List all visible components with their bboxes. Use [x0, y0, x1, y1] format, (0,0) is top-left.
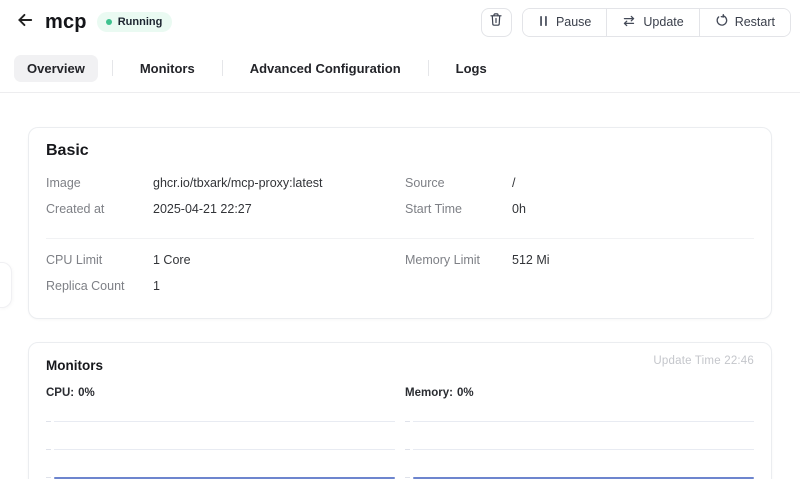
update-time-label: Update Time [653, 355, 720, 367]
cpu-chart-label: CPU: 0% [46, 387, 395, 399]
status-badge: Running [97, 12, 173, 32]
field-label: Memory Limit [405, 253, 512, 267]
restart-button[interactable]: Restart [699, 9, 790, 36]
status-dot-icon [106, 19, 112, 25]
field-label: Replica Count [46, 279, 153, 293]
monitors-card: Monitors Update Time 22:46 CPU: 0% [28, 342, 772, 479]
cpu-chart-panel: CPU: 0% [46, 387, 395, 479]
field-replica-count: Replica Count 1 [46, 279, 395, 293]
monitors-title: Monitors [46, 355, 103, 373]
field-value: 512 Mi [512, 253, 550, 267]
field-start-time: Start Time 0h [405, 202, 754, 216]
header-actions: Pause Update Restart [481, 8, 791, 37]
memory-label: Memory: [405, 387, 453, 399]
field-value: 1 Core [153, 253, 191, 267]
field-label: Created at [46, 202, 153, 216]
update-label: Update [643, 15, 683, 29]
pause-icon [538, 15, 549, 30]
update-time: Update Time 22:46 [653, 355, 754, 367]
delete-button[interactable] [481, 8, 512, 37]
axis-tick [46, 449, 51, 450]
axis-tick [405, 449, 410, 450]
action-button-group: Pause Update Restart [522, 8, 791, 37]
basic-card-title: Basic [46, 142, 754, 160]
tab-monitors[interactable]: Monitors [127, 55, 208, 82]
field-value: / [512, 176, 515, 190]
field-empty [405, 279, 754, 293]
field-value: 0h [512, 202, 526, 216]
monitors-header: Monitors Update Time 22:46 [46, 355, 754, 373]
chart-gridline [413, 421, 754, 422]
tab-advanced-configuration[interactable]: Advanced Configuration [237, 55, 414, 82]
field-created-at: Created at 2025-04-21 22:27 [46, 202, 395, 216]
chart-gridline [54, 449, 395, 450]
memory-chart-panel: Memory: 0% [405, 387, 754, 479]
field-cpu-limit: CPU Limit 1 Core [46, 253, 395, 267]
memory-chart-label: Memory: 0% [405, 387, 754, 399]
page-title: mcp [45, 11, 87, 34]
pause-button[interactable]: Pause [523, 9, 606, 36]
transfer-arrows-icon [622, 15, 636, 30]
back-button[interactable] [14, 11, 36, 33]
memory-line-chart [405, 407, 754, 479]
cpu-value: 0% [78, 387, 95, 399]
cpu-line-chart [46, 407, 395, 479]
fields-divider [46, 238, 754, 239]
edge-drawer-handle [0, 262, 12, 308]
tab-divider [428, 60, 429, 76]
tab-divider [112, 60, 113, 76]
tab-overview[interactable]: Overview [14, 55, 98, 82]
axis-tick [405, 421, 410, 422]
field-image: Image ghcr.io/tbxark/mcp-proxy:latest [46, 176, 395, 190]
trash-icon [489, 12, 503, 32]
field-value: 1 [153, 279, 160, 293]
axis-tick [405, 477, 410, 478]
chart-gridline [413, 449, 754, 450]
pause-label: Pause [556, 15, 591, 29]
main-content: Basic Image ghcr.io/tbxark/mcp-proxy:lat… [0, 93, 800, 479]
restart-icon [715, 14, 728, 30]
status-label: Running [118, 16, 163, 28]
tab-divider [222, 60, 223, 76]
basic-card: Basic Image ghcr.io/tbxark/mcp-proxy:lat… [28, 127, 772, 319]
field-label: Start Time [405, 202, 512, 216]
field-value: ghcr.io/tbxark/mcp-proxy:latest [153, 176, 323, 190]
field-memory-limit: Memory Limit 512 Mi [405, 253, 754, 267]
field-source: Source / [405, 176, 754, 190]
update-button[interactable]: Update [606, 9, 698, 36]
memory-value: 0% [457, 387, 474, 399]
axis-tick [46, 421, 51, 422]
axis-tick [46, 477, 51, 478]
restart-label: Restart [735, 15, 775, 29]
tab-bar: Overview Monitors Advanced Configuration… [0, 44, 800, 93]
field-label: Image [46, 176, 153, 190]
field-value: 2025-04-21 22:27 [153, 202, 252, 216]
update-time-value: 22:46 [724, 355, 754, 367]
charts-row: CPU: 0% Memory: 0% [46, 387, 754, 479]
basic-fields: Image ghcr.io/tbxark/mcp-proxy:latest So… [46, 176, 754, 305]
chart-gridline [54, 421, 395, 422]
tab-logs[interactable]: Logs [443, 55, 500, 82]
field-label: CPU Limit [46, 253, 153, 267]
page-header: mcp Running [0, 0, 800, 44]
back-arrow-icon [16, 11, 34, 34]
field-label: Source [405, 176, 512, 190]
cpu-label: CPU: [46, 387, 74, 399]
